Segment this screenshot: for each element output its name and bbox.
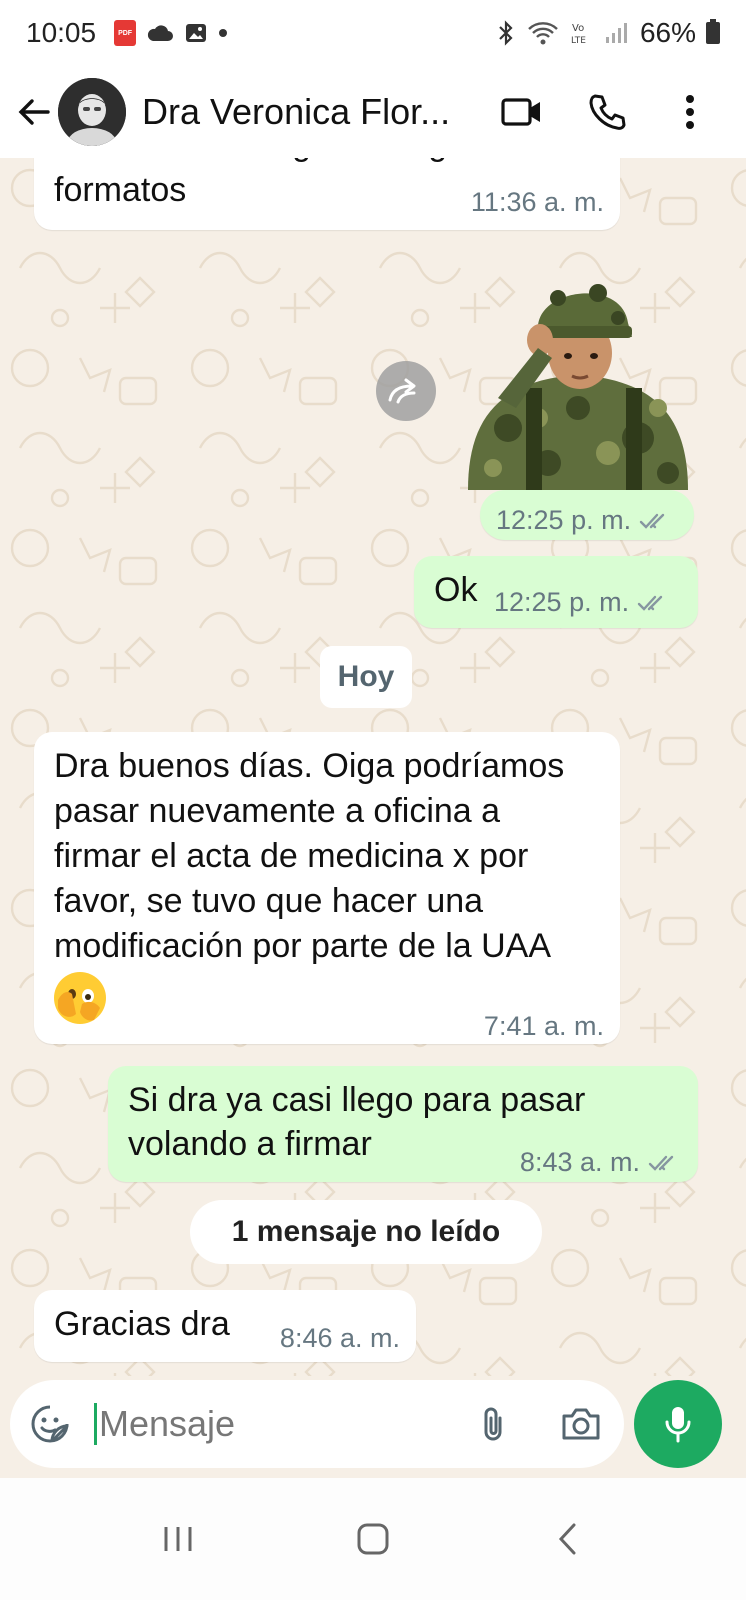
chat-area[interactable]: ustedes solo háganos llegar los formatos… (0, 158, 746, 1376)
nav-back-button[interactable] (538, 1509, 598, 1569)
sticker-time-chip: 12:25 p. m. (480, 490, 694, 540)
message-text-line: volando a firmar (128, 1125, 372, 1163)
avatar-portrait-icon (58, 78, 126, 146)
recent-apps-icon (164, 1527, 192, 1551)
more-vertical-icon (686, 95, 694, 129)
home-button[interactable] (343, 1509, 403, 1569)
message-text: Gracias dra (54, 1305, 230, 1343)
voice-message-button[interactable] (634, 1380, 722, 1468)
cloud-icon (147, 25, 174, 41)
pdf-notification-icon: PDF (114, 20, 137, 46)
message-outgoing[interactable]: Ok 12:25 p. m. (414, 556, 698, 628)
video-camera-icon (501, 98, 540, 126)
message-text: Ok (434, 571, 478, 609)
message-text-line: firmar el acta de medicina x por (54, 837, 529, 875)
status-time: 10:05 (26, 17, 97, 48)
wifi-icon (528, 22, 558, 45)
back-button[interactable] (14, 92, 54, 132)
message-text: formatos (54, 171, 187, 209)
message-text-line: Si dra ya casi llego para pasar (128, 1081, 586, 1119)
message-composer (10, 1380, 624, 1468)
message-time: 11:36 a. m. (470, 187, 604, 217)
message-text-line: Dra buenos días. Oiga podríamos (54, 747, 565, 785)
recent-apps-button[interactable] (148, 1509, 208, 1569)
message-incoming[interactable]: Gracias dra 8:46 a. m. (34, 1290, 416, 1362)
arrow-left-icon (18, 99, 50, 125)
sticker-message[interactable] (458, 258, 696, 490)
saluting-child-soldier-sticker-icon (468, 284, 688, 490)
message-incoming[interactable]: ustedes solo háganos llegar los formatos… (34, 158, 620, 230)
contact-avatar[interactable] (58, 78, 126, 146)
signal-icon (605, 23, 627, 43)
camera-button[interactable] (556, 1399, 606, 1449)
voice-call-button[interactable] (564, 82, 648, 142)
unread-separator: 1 mensaje no leído (190, 1200, 542, 1264)
attach-button[interactable] (468, 1399, 518, 1449)
svg-text:LTE: LTE (571, 36, 586, 46)
more-options-button[interactable] (648, 82, 732, 142)
sticker-button[interactable] (28, 1402, 72, 1446)
chat-header: Dra Veronica Flor... (0, 66, 746, 158)
peeking-face-emoji-icon (54, 972, 106, 1024)
battery-percentage: 66% (639, 17, 696, 48)
message-text-line: pasar nuevamente a oficina a (54, 792, 501, 830)
message-outgoing[interactable]: Si dra ya casi llego para pasar volando … (108, 1066, 698, 1182)
video-call-button[interactable] (480, 82, 564, 142)
battery-icon (706, 19, 720, 44)
message-text-line: favor, se tuvo que hacer una (54, 882, 484, 920)
bluetooth-icon (499, 20, 513, 46)
paperclip-icon (484, 1407, 502, 1441)
message-incoming[interactable]: Dra buenos días. Oiga podríamos pasar nu… (34, 732, 620, 1044)
forward-button[interactable] (376, 361, 436, 421)
message-time: 12:25 p. m. (496, 505, 632, 535)
delivered-ticks-icon (639, 513, 665, 529)
message-time: 8:46 a. m. (279, 1323, 400, 1353)
home-square-icon (357, 1523, 389, 1555)
status-bar: 10:05 PDF Vo LTE 66% (0, 0, 746, 66)
camera-icon (562, 1408, 600, 1440)
chevron-left-icon (559, 1523, 576, 1555)
microphone-icon (665, 1407, 691, 1443)
forward-icon (388, 378, 416, 404)
date-separator: Hoy (320, 646, 412, 708)
message-text-partial: ustedes solo háganos llegar los (54, 158, 530, 167)
system-navigation-bar (0, 1478, 746, 1600)
phone-icon (589, 94, 626, 130)
volte-icon: Vo LTE (571, 23, 586, 46)
message-time: 7:41 a. m. (483, 1011, 604, 1041)
dot-icon (219, 29, 228, 37)
delivered-ticks-icon (637, 595, 663, 611)
delivered-ticks-icon (648, 1155, 674, 1171)
message-time: 12:25 p. m. (494, 587, 630, 617)
sticker-smiley-icon (31, 1405, 69, 1443)
message-text-line: modificación por parte de la UAA (54, 927, 552, 965)
contact-name[interactable]: Dra Veronica Flor... (142, 91, 477, 133)
message-input[interactable] (94, 1403, 454, 1445)
image-notification-icon (186, 24, 207, 42)
message-time: 8:43 a. m. (519, 1147, 640, 1177)
svg-text:Vo: Vo (572, 23, 584, 34)
